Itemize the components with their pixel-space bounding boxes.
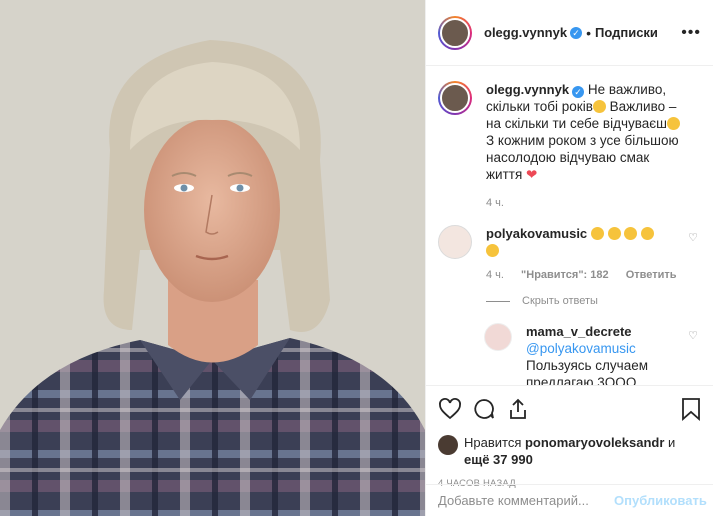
like-comment-icon[interactable]: ♡ bbox=[688, 231, 698, 244]
comment-input[interactable] bbox=[438, 493, 614, 508]
following-button[interactable]: Подписки bbox=[595, 25, 658, 40]
share-icon[interactable] bbox=[506, 397, 530, 421]
post-photo[interactable] bbox=[0, 0, 425, 516]
caption-avatar[interactable] bbox=[438, 81, 472, 115]
laughing-emoji-icon bbox=[641, 227, 655, 240]
action-icons bbox=[438, 396, 702, 422]
hide-replies-button[interactable]: Скрыть ответы bbox=[486, 295, 702, 307]
commenter-avatar[interactable] bbox=[438, 225, 472, 259]
more-options-icon[interactable]: ••• bbox=[681, 24, 701, 42]
comment-bubble-icon[interactable] bbox=[472, 397, 496, 421]
verified-badge-icon: ✓ bbox=[572, 86, 585, 98]
replies-line bbox=[486, 300, 510, 302]
like-reply-icon[interactable]: ♡ bbox=[688, 329, 698, 342]
grinning-emoji-icon bbox=[592, 100, 606, 113]
liker-username[interactable]: ponomaryovoleksandr bbox=[525, 435, 664, 450]
reply-body: mama_v_decrete @polyakovamusic Пользуясь… bbox=[526, 323, 656, 385]
likes-text: Нравится ponomaryovoleksandr и ещё 37 99… bbox=[464, 434, 675, 468]
add-comment-bar: Опубликовать bbox=[426, 484, 713, 516]
verified-badge-icon: ✓ bbox=[570, 26, 583, 39]
likes-prefix: Нравится bbox=[464, 435, 525, 450]
likes-summary: Нравится ponomaryovoleksandr и ещё 37 99… bbox=[438, 434, 702, 468]
author-avatar[interactable] bbox=[438, 15, 472, 50]
reply-text: Пользуясь случаем предлагаю 3ООО ГРИВЕН … bbox=[526, 358, 649, 385]
instagram-post-modal: olegg.vynnyk ✓ • Подписки ••• olegg.vynn… bbox=[0, 0, 713, 516]
like-heart-icon[interactable] bbox=[438, 397, 462, 421]
comment-likes[interactable]: "Нравится": 182 bbox=[521, 269, 609, 281]
reply-mention[interactable]: @polyakovamusic bbox=[526, 341, 636, 356]
caption-text-3: З кожним роком з усе більшою насолодою в… bbox=[486, 133, 679, 182]
post-actions: Нравится ponomaryovoleksandr и ещё 37 99… bbox=[426, 385, 713, 489]
author-username[interactable]: olegg.vynnyk bbox=[484, 25, 567, 40]
hide-replies-label: Скрыть ответы bbox=[522, 295, 598, 307]
post-header: olegg.vynnyk ✓ • Подписки ••• bbox=[426, 0, 713, 66]
separator-dot: • bbox=[586, 24, 591, 41]
likes-count[interactable]: ещё 37 990 bbox=[464, 452, 533, 467]
comment-meta: 4 ч. "Нравится": 182 Ответить bbox=[486, 269, 702, 281]
laughing-emoji-icon bbox=[486, 244, 499, 257]
bookmark-icon[interactable] bbox=[680, 397, 702, 421]
comments-section[interactable]: olegg.vynnyk ✓ Не важливо, скільки тобі р… bbox=[426, 67, 713, 385]
comment-body: polyakovamusic bbox=[486, 225, 655, 259]
caption-time[interactable]: 4 ч. bbox=[486, 197, 702, 209]
reply-username[interactable]: mama_v_decrete bbox=[526, 324, 632, 339]
laughing-emoji-icon bbox=[624, 227, 638, 240]
reply: mama_v_decrete @polyakovamusic Пользуясь… bbox=[484, 323, 702, 385]
comment-username[interactable]: polyakovamusic bbox=[486, 226, 587, 241]
reply-button[interactable]: Ответить bbox=[626, 269, 677, 281]
liker-avatar[interactable] bbox=[438, 435, 458, 455]
caption-body: olegg.vynnyk ✓ Не важливо, скільки тобі р… bbox=[486, 81, 686, 183]
comment: polyakovamusic ♡ bbox=[438, 225, 702, 259]
portrait-image bbox=[0, 0, 425, 516]
comment-time[interactable]: 4 ч. bbox=[486, 269, 504, 281]
smiling-emoji-icon bbox=[666, 117, 680, 130]
laughing-emoji-icon bbox=[607, 227, 621, 240]
reply-avatar[interactable] bbox=[484, 323, 512, 351]
caption: olegg.vynnyk ✓ Не важливо, скільки тобі р… bbox=[438, 81, 702, 183]
red-heart-icon: ❤ bbox=[526, 167, 538, 182]
likes-suffix: и bbox=[664, 435, 676, 450]
caption-username[interactable]: olegg.vynnyk bbox=[486, 82, 569, 97]
publish-button[interactable]: Опубликовать bbox=[614, 493, 707, 508]
laughing-emoji-icon bbox=[590, 227, 604, 240]
post-details-panel: olegg.vynnyk ✓ • Подписки ••• olegg.vynn… bbox=[425, 0, 713, 516]
